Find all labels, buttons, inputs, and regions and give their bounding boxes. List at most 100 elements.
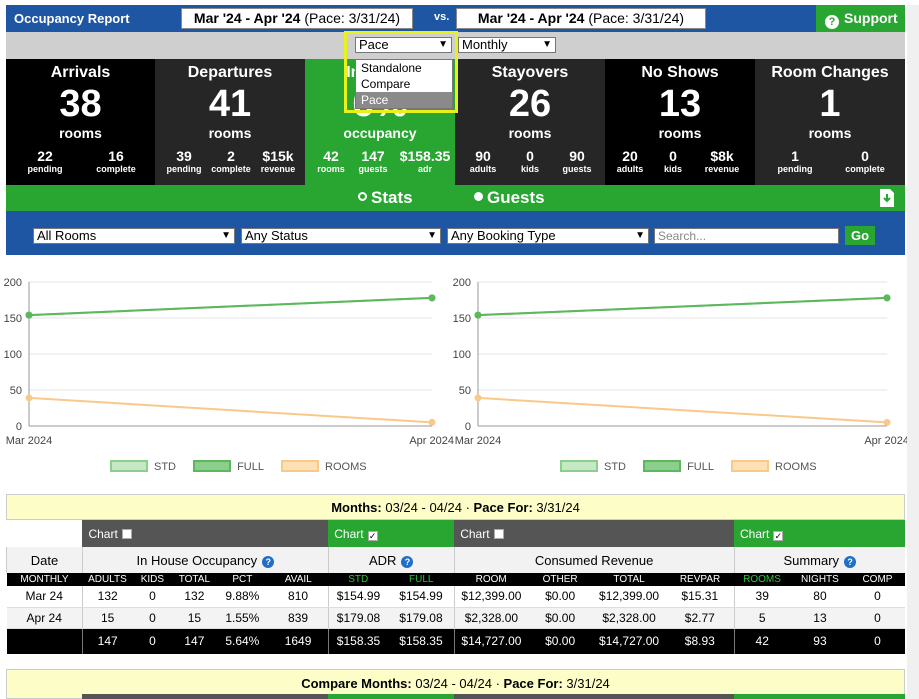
- legend-item[interactable]: ROOMS: [731, 460, 817, 473]
- row-date-cell: Apr 24: [6, 607, 83, 629]
- legend-label: ROOMS: [775, 461, 817, 473]
- legend-item[interactable]: FULL: [643, 460, 714, 473]
- table-cell: 1.55%: [216, 607, 269, 629]
- status-filter-select[interactable]: Any Status ▼: [241, 228, 441, 244]
- sub-label: complete: [96, 164, 136, 174]
- tile-room-changes[interactable]: Room Changes 1 rooms 1 pending 0 complete: [755, 59, 905, 185]
- table-cell: 839: [268, 607, 329, 629]
- legend-item[interactable]: STD: [560, 460, 626, 473]
- tile-stayovers[interactable]: Stayovers 26 rooms 90 adults 0 kids 90 gues…: [455, 59, 605, 185]
- checkbox-icon[interactable]: [493, 528, 504, 539]
- tile-value: 38: [59, 83, 102, 125]
- column-header[interactable]: NIGHTS: [789, 573, 850, 586]
- group-label: Summary: [783, 552, 840, 568]
- tile-departures[interactable]: Departures 41 rooms 39 pending 2 complete …: [155, 59, 305, 185]
- legend-label: STD: [604, 461, 626, 473]
- mode-dropdown-highlight: Standalone Compare Pace: [344, 31, 458, 113]
- info-icon[interactable]: ?: [401, 555, 414, 568]
- column-header[interactable]: TOTAL: [592, 573, 667, 586]
- column-header[interactable]: AVAIL: [268, 573, 329, 586]
- range-primary-pace: (Pace: 3/31/24): [304, 10, 401, 26]
- option-pace[interactable]: Pace: [356, 92, 452, 108]
- column-header[interactable]: ROOMS: [734, 573, 790, 586]
- pace-label: Pace For:: [473, 500, 533, 515]
- table-cell: $0.00: [528, 586, 593, 608]
- table-cell: $154.99: [327, 586, 389, 608]
- date-range-primary[interactable]: Mar '24 - Apr '24 (Pace: 3/31/24): [181, 8, 413, 29]
- date-range-compare[interactable]: Mar '24 - Apr '24 (Pace: 3/31/24): [456, 8, 706, 29]
- sub-value: 90: [475, 148, 491, 164]
- total-cell: 42: [733, 628, 790, 654]
- months-label: Months:: [331, 500, 382, 515]
- download-icon[interactable]: [878, 188, 896, 208]
- checkbox-checked-icon[interactable]: ✓: [367, 530, 378, 541]
- booking-type-select[interactable]: Any Booking Type ▼: [447, 228, 649, 244]
- chart-toggle-occupancy[interactable]: Chart: [82, 520, 329, 547]
- rooms-filter-select[interactable]: All Rooms ▼: [33, 228, 235, 244]
- group-summary: Summary?: [733, 547, 905, 573]
- tile-arrivals[interactable]: Arrivals 38 rooms 22 pending 16 complete: [6, 59, 155, 185]
- column-header[interactable]: KIDS: [132, 573, 173, 586]
- chart-toggle-adr[interactable]: Chart ✓: [328, 520, 455, 547]
- view-toggle-bar: Stats Guests: [6, 185, 905, 211]
- row-date-cell: Mar 24: [6, 586, 83, 608]
- checkbox-checked-icon[interactable]: ✓: [773, 530, 784, 541]
- table-cell: 15: [81, 607, 133, 629]
- chart-toggle-label: Chart: [740, 526, 770, 541]
- tile-unit: rooms: [508, 125, 552, 141]
- vs-label: vs.: [434, 11, 450, 23]
- sub-value: 90: [569, 148, 585, 164]
- compare-months-label: Compare Months:: [301, 676, 412, 691]
- legend-item[interactable]: STD: [110, 460, 176, 473]
- option-compare[interactable]: Compare: [356, 76, 452, 92]
- sub-value: 16: [108, 148, 124, 164]
- total-cell: 1649: [268, 628, 329, 654]
- table-cell: 5: [733, 607, 790, 629]
- info-icon[interactable]: ?: [262, 555, 275, 568]
- period-select[interactable]: Monthly ▼: [458, 37, 556, 53]
- legend-item[interactable]: ROOMS: [281, 460, 367, 473]
- column-header[interactable]: STD: [328, 573, 389, 586]
- tab-guests[interactable]: Guests: [474, 188, 545, 208]
- sub-value: 0: [861, 148, 869, 164]
- sub-label: complete: [211, 164, 251, 174]
- months-range: 03/24 - 04/24: [385, 500, 462, 515]
- group-label: ADR: [369, 552, 397, 568]
- search-input[interactable]: Search...: [654, 228, 839, 244]
- y-tick-label: 0: [465, 421, 471, 433]
- compare-header-stub: [328, 694, 454, 699]
- series-line-rooms: [28, 396, 433, 424]
- scrollbar[interactable]: [907, 5, 919, 699]
- total-cell: $8.93: [666, 628, 734, 654]
- booking-type-value: Any Booking Type: [451, 228, 556, 243]
- info-icon[interactable]: ?: [844, 555, 857, 568]
- total-cell: 147: [172, 628, 217, 654]
- option-standalone[interactable]: Standalone: [356, 60, 452, 76]
- column-header[interactable]: ROOM: [454, 573, 529, 586]
- support-button[interactable]: ? Support: [816, 5, 905, 32]
- chart-left: 0 50 100 150 200 Mar 2024 Apr 2024: [4, 272, 454, 477]
- y-tick-label: 150: [453, 313, 471, 325]
- group-label: Consumed Revenue: [534, 552, 654, 568]
- column-header[interactable]: MONTHLY: [6, 573, 83, 586]
- table-cell: 0: [849, 607, 905, 629]
- y-tick-label: 100: [453, 349, 471, 361]
- column-header[interactable]: ADULTS: [82, 573, 133, 586]
- column-header[interactable]: FULL: [388, 573, 455, 586]
- column-header[interactable]: COMP: [849, 573, 905, 586]
- go-button[interactable]: Go: [845, 226, 875, 245]
- checkbox-icon[interactable]: [121, 528, 132, 539]
- column-header[interactable]: PCT: [216, 573, 269, 586]
- table-cell: $2,328.00: [453, 607, 529, 629]
- range-compare-pace: (Pace: 3/31/24): [588, 10, 685, 26]
- chart-toggle-summary[interactable]: Chart ✓: [734, 520, 905, 547]
- tile-title: Room Changes: [771, 64, 889, 81]
- column-header[interactable]: TOTAL: [172, 573, 217, 586]
- column-header[interactable]: OTHER: [528, 573, 593, 586]
- chart-toggle-revenue[interactable]: Chart: [454, 520, 734, 547]
- tile-no-shows[interactable]: No Shows 13 rooms 20 adults 0 kids $8k reve…: [605, 59, 755, 185]
- tab-stats[interactable]: Stats: [358, 188, 413, 208]
- data-point: [428, 294, 436, 302]
- legend-item[interactable]: FULL: [193, 460, 264, 473]
- column-header[interactable]: REVPAR: [666, 573, 734, 586]
